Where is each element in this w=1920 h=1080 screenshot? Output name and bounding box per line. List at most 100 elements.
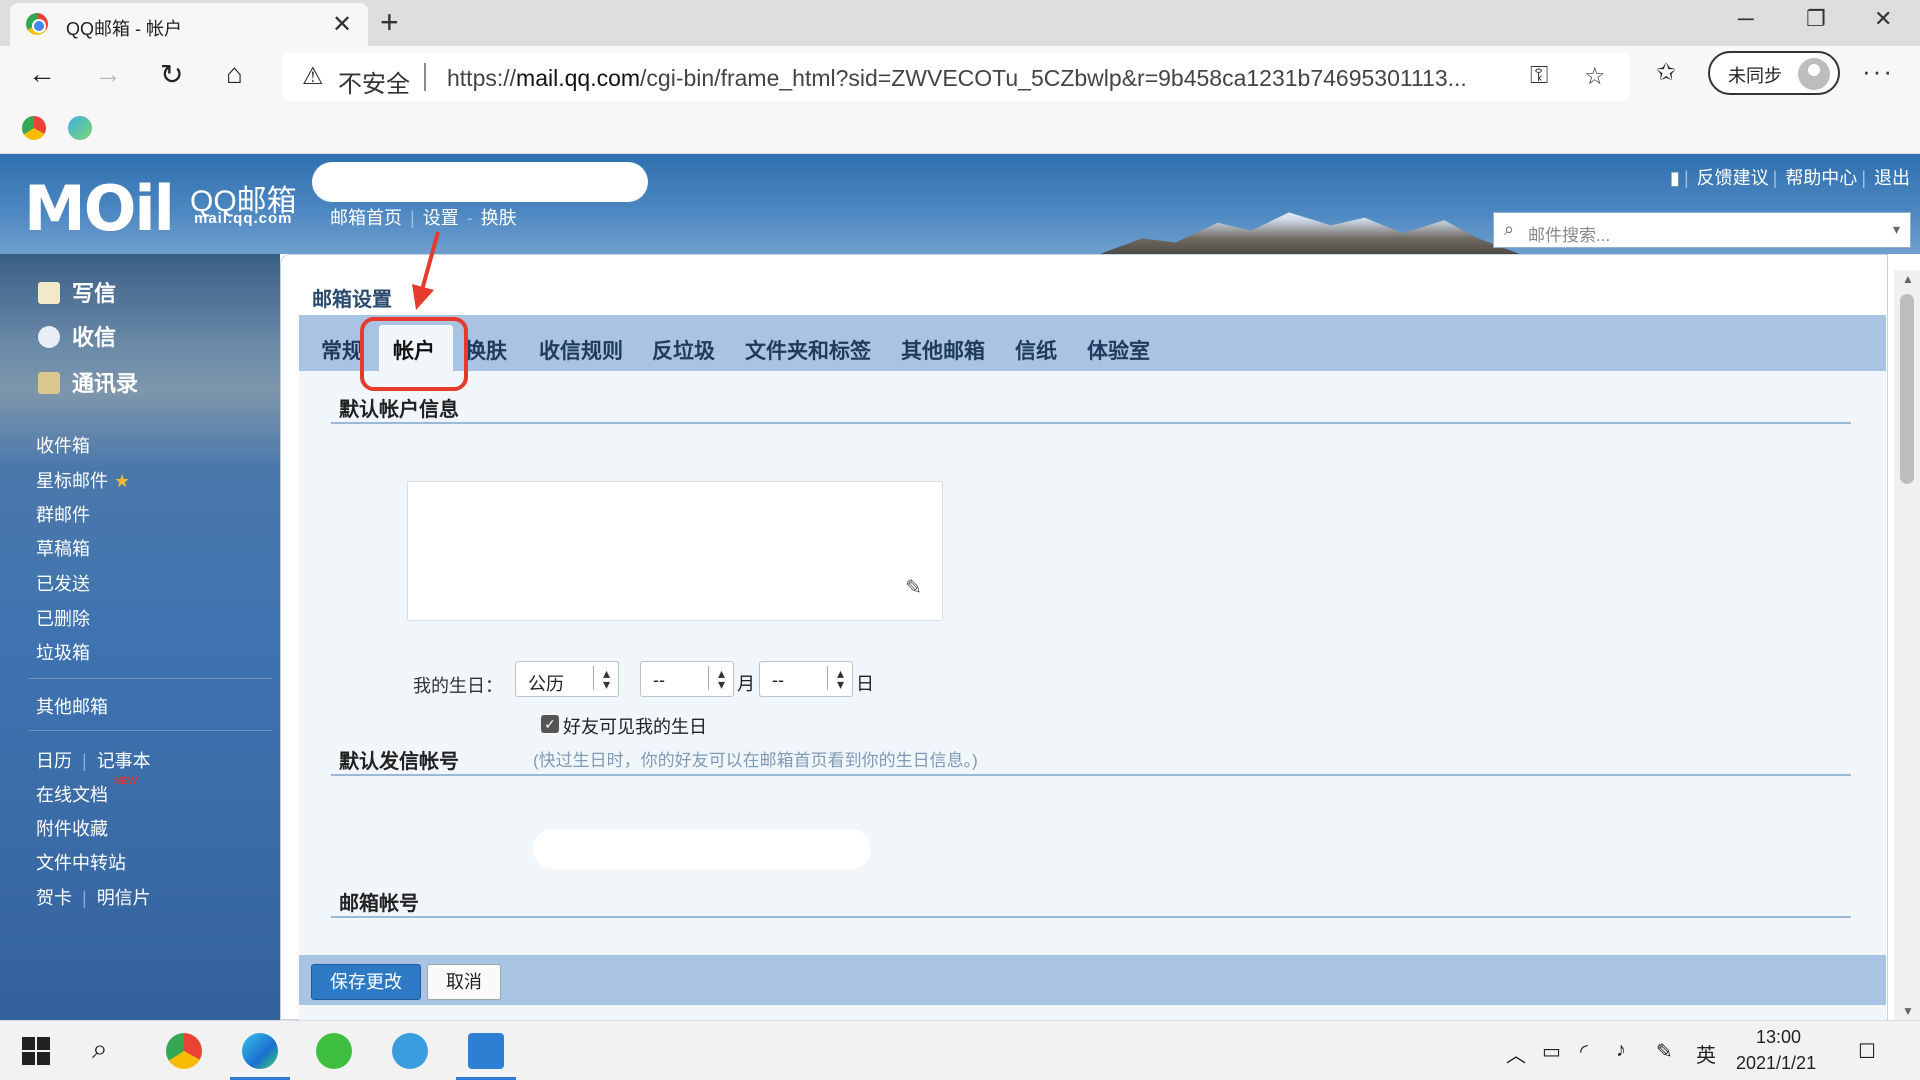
birth-month-select[interactable]: -- ▴ ▾ [640,661,734,697]
pen-icon[interactable]: ✎ [1656,1039,1673,1064]
address-bar[interactable]: ⚠ 不安全 https://mail.qq.com/cgi-bin/frame_… [282,53,1630,101]
scroll-thumb[interactable] [1900,294,1914,484]
app-icon[interactable] [468,1033,504,1069]
tab-other-mail[interactable]: 其他邮箱 [901,335,985,365]
link-mail-home[interactable]: 邮箱首页 [330,208,402,228]
birth-month-value: -- [653,670,665,690]
sync-label: 未同步 [1728,66,1782,86]
key-icon[interactable]: ⚿ [1530,62,1548,90]
mail-logo[interactable]: MOil [24,172,175,245]
compose-icon [38,282,60,304]
scroll-up-icon[interactable]: ▲ [1902,272,1914,286]
sidebar-item-spam[interactable]: 垃圾箱 [36,639,90,665]
new-tab-icon[interactable]: + [380,4,399,41]
ime-indicator[interactable]: 英 [1696,1039,1716,1068]
battery-icon[interactable]: ▭ [1542,1039,1561,1064]
section-default-sender: 默认发信帐号 [339,751,459,773]
tab-lab[interactable]: 体验室 [1087,335,1150,365]
contacts-button[interactable]: 通讯录 [38,366,138,398]
tab-stationery[interactable]: 信纸 [1015,335,1057,365]
favorites-icon[interactable]: ✩ [1656,58,1676,87]
chevron-up-icon[interactable]: ︿ [1506,1039,1526,1068]
star-icon[interactable]: ☆ [1584,62,1606,91]
favorite-site-icon[interactable] [68,116,92,140]
sidebar-item-postcard[interactable]: 明信片 [97,888,151,908]
sidebar-cards-row: 贺卡 | 明信片 [36,888,151,908]
section-default-account-info: 默认帐户信息 [339,399,459,421]
friends-see-birthday-label[interactable]: 好友可见我的生日 [563,713,707,739]
compose-button[interactable]: 写信 [38,276,116,308]
cancel-button[interactable]: 取消 [427,964,501,1000]
birth-day-select[interactable]: -- ▴ ▾ [759,661,853,697]
refresh-icon[interactable]: ↻ [160,58,183,91]
link-settings[interactable]: 设置 [423,208,459,228]
sidebar-item-attachments[interactable]: 附件收藏 [36,815,108,841]
link-help[interactable]: 帮助中心 [1785,168,1857,188]
sidebar-item-sent[interactable]: 已发送 [36,570,90,596]
chevron-down-icon[interactable]: ▾ [1893,221,1900,238]
browser-tab[interactable]: QQ邮箱 - 帐户 ✕ [10,3,368,46]
tab-skin[interactable]: 换肤 [465,335,507,365]
tab-rules[interactable]: 收信规则 [539,335,623,365]
section-divider [331,916,1851,918]
security-status[interactable]: 不安全 [338,64,410,99]
home-icon[interactable]: ⌂ [226,58,243,90]
tab-antispam[interactable]: 反垃圾 [652,335,715,365]
favorite-qqmail-icon[interactable] [22,116,46,140]
back-icon[interactable]: ← [28,58,56,90]
save-button[interactable]: 保存更改 [311,964,421,1000]
messenger-icon[interactable] [392,1033,428,1069]
link-feedback[interactable]: 反馈建议 [1697,168,1769,188]
tab-folders-labels[interactable]: 文件夹和标签 [745,335,871,365]
sidebar-item-group[interactable]: 群邮件 [36,501,90,527]
browser-tab-strip: QQ邮箱 - 帐户 ✕ + ─ ❐ ✕ [0,0,1920,46]
warning-icon[interactable]: ⚠ [302,62,324,91]
edge-icon[interactable] [242,1033,278,1069]
sidebar-item-drafts[interactable]: 草稿箱 [36,535,90,561]
calendar-type-select[interactable]: 公历 ▴ ▾ [515,661,619,697]
link-logout[interactable]: 退出 [1874,168,1910,188]
clock-date[interactable]: 2021/1/21 [1736,1053,1816,1074]
url-text[interactable]: https://mail.qq.com/cgi-bin/frame_html?s… [447,65,1467,92]
sidebar-item-online-docs[interactable]: 在线文档 [36,781,108,807]
edit-pencil-icon[interactable]: ✎ [905,575,922,600]
sidebar-item-deleted[interactable]: 已删除 [36,605,90,631]
sidebar-item-calendar[interactable]: 日历 [36,751,72,771]
star-icon: ★ [114,471,131,491]
sidebar-item-notes[interactable]: 记事本 [97,751,151,771]
page-scrollbar[interactable]: ▲ ▼ [1894,270,1920,1020]
mail-search-input[interactable]: ⌕ 邮件搜索... ▾ [1493,212,1911,248]
sidebar-item-starred[interactable]: 星标邮件 ★ [36,467,130,493]
close-tab-icon[interactable]: ✕ [332,10,352,39]
sidebar-item-other-mail[interactable]: 其他邮箱 [36,693,108,719]
close-window-icon[interactable]: ✕ [1874,6,1892,32]
scroll-down-icon[interactable]: ▼ [1902,1004,1914,1018]
phone-icon[interactable]: ▮ [1670,168,1680,188]
section-divider [331,774,1851,776]
forward-icon[interactable]: → [94,58,122,90]
sidebar-item-greeting-card[interactable]: 贺卡 [36,888,72,908]
windows-start-icon[interactable] [22,1037,50,1065]
tab-general[interactable]: 常规 [321,335,363,365]
clock-time[interactable]: 13:00 [1756,1027,1801,1048]
friends-see-birthday-checkbox[interactable]: ✓ [541,715,559,733]
user-account-redacted [312,162,648,202]
search-icon[interactable]: ⌕ [92,1033,128,1069]
profile-sync-button[interactable]: 未同步 [1708,51,1840,95]
wechat-icon[interactable] [316,1033,352,1069]
sidebar-item-file-transfer[interactable]: 文件中转站 [36,849,126,875]
qq-mail-page: MOil QQ邮箱 mail.qq.com 邮箱首页 | 设置 - 换肤 ▮ | 反馈建议 |… [0,154,1920,1020]
minimize-icon[interactable]: ─ [1738,6,1754,32]
sidebar-item-inbox[interactable]: 收件箱 [36,432,90,458]
favorites-bar [0,108,1920,154]
receive-button[interactable]: 收信 [38,320,116,352]
chrome-icon[interactable] [166,1033,202,1069]
notification-icon[interactable]: ☐ [1858,1039,1876,1064]
more-icon[interactable]: ··· [1862,56,1894,87]
wifi-icon[interactable]: ◜ [1580,1039,1588,1064]
volume-icon[interactable]: ♪ [1616,1039,1626,1062]
birthday-label: 我的生日： [413,676,503,696]
link-skin[interactable]: 换肤 [481,208,517,228]
restore-icon[interactable]: ❐ [1806,6,1826,32]
address-divider [424,63,426,91]
